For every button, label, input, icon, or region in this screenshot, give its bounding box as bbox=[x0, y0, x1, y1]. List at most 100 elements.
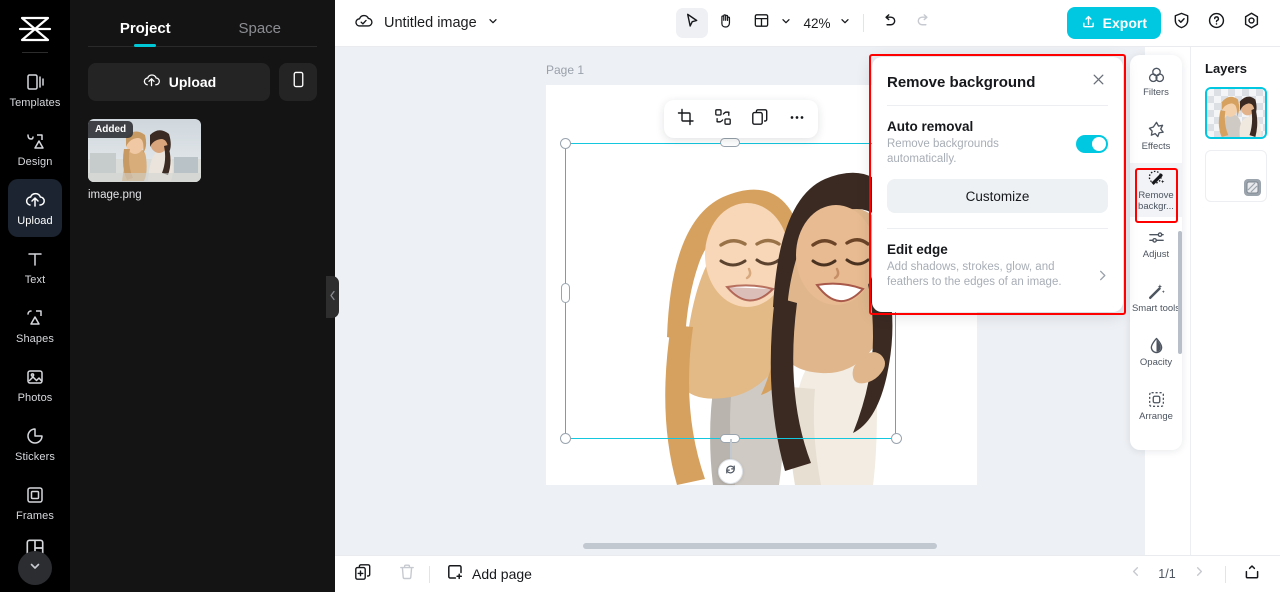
resize-handle-middle-left[interactable] bbox=[561, 283, 570, 303]
app-root: Templates Design Upload Text Shapes Phot… bbox=[0, 0, 1280, 592]
trash-icon bbox=[398, 563, 416, 586]
sidebar-item-text[interactable]: Text bbox=[8, 238, 62, 296]
layer-item-background[interactable] bbox=[1204, 150, 1267, 202]
next-page-button[interactable] bbox=[1185, 560, 1213, 588]
tool-smart-tools[interactable]: Smart tools bbox=[1130, 271, 1182, 325]
close-dialog-button[interactable] bbox=[1088, 72, 1108, 92]
sidebar-label: Upload bbox=[17, 215, 53, 227]
tool-remove-background[interactable]: Remove backgr... bbox=[1130, 163, 1182, 217]
redo-button[interactable] bbox=[908, 8, 940, 38]
sidebar-item-frames[interactable]: Frames bbox=[8, 474, 62, 532]
capcut-logo-icon[interactable] bbox=[15, 12, 55, 46]
tool-effects[interactable]: Effects bbox=[1130, 109, 1182, 163]
rail-expand-more-button[interactable] bbox=[18, 551, 52, 585]
resize-handle-bottom-right[interactable] bbox=[891, 433, 902, 444]
replace-tool-button[interactable] bbox=[712, 108, 733, 130]
crop-tool-button[interactable] bbox=[675, 108, 696, 131]
customize-button[interactable]: Customize bbox=[887, 179, 1108, 213]
asset-filename: image.png bbox=[88, 189, 142, 201]
add-page-button[interactable]: Add page bbox=[446, 563, 532, 586]
layer-item-image[interactable] bbox=[1204, 87, 1267, 139]
close-x-icon bbox=[1091, 72, 1106, 92]
zoom-selector[interactable]: 42% bbox=[795, 14, 852, 32]
settings-button[interactable] bbox=[1236, 8, 1266, 38]
resize-handle-top-center[interactable] bbox=[720, 138, 740, 147]
tool-label: Adjust bbox=[1142, 249, 1170, 261]
more-options-button[interactable] bbox=[786, 109, 807, 130]
prev-page-button[interactable] bbox=[1121, 560, 1149, 588]
upload-button[interactable]: Upload bbox=[88, 63, 270, 101]
sidebar-item-design[interactable]: Design bbox=[8, 120, 62, 178]
dialog-header: Remove background bbox=[872, 57, 1123, 92]
image-float-toolbar bbox=[664, 100, 818, 138]
settings-gear-icon bbox=[1242, 11, 1261, 35]
resize-handle-bottom-left[interactable] bbox=[560, 433, 571, 444]
help-button[interactable] bbox=[1201, 8, 1231, 38]
sidebar-item-templates[interactable]: Templates bbox=[8, 61, 62, 119]
auto-removal-toggle[interactable] bbox=[1076, 135, 1108, 153]
chevron-down-icon bbox=[839, 14, 851, 32]
export-upload-icon bbox=[1081, 14, 1096, 32]
asset-added-badge: Added bbox=[88, 121, 134, 138]
canvas-horizontal-scrollbar[interactable] bbox=[583, 543, 937, 549]
sidebar-label: Frames bbox=[16, 510, 54, 522]
toolstrip-scrollbar[interactable] bbox=[1178, 231, 1182, 354]
edit-edge-section[interactable]: Edit edge Add shadows, strokes, glow, an… bbox=[872, 229, 1123, 290]
upload-tray-button[interactable] bbox=[1238, 560, 1266, 588]
sidebar-item-stickers[interactable]: Stickers bbox=[8, 415, 62, 473]
upload-button-label: Upload bbox=[168, 74, 217, 90]
upload-from-mobile-button[interactable] bbox=[279, 63, 317, 101]
select-cursor-tool[interactable] bbox=[675, 8, 708, 38]
cursor-arrow-icon bbox=[683, 12, 700, 34]
rotate-handle-button[interactable] bbox=[718, 459, 743, 484]
shield-check-button[interactable] bbox=[1166, 8, 1196, 38]
page-indicator: 1/1 bbox=[1158, 567, 1176, 581]
layout-button[interactable] bbox=[745, 8, 777, 38]
delete-page-button[interactable] bbox=[393, 560, 421, 588]
tool-opacity[interactable]: Opacity bbox=[1130, 325, 1182, 379]
shield-check-icon bbox=[1172, 11, 1191, 35]
document-title: Untitled image bbox=[384, 15, 477, 31]
chevron-right-icon bbox=[1193, 565, 1206, 583]
asset-item-image[interactable]: Added image.png bbox=[88, 119, 201, 201]
tool-filters[interactable]: Filters bbox=[1130, 55, 1182, 109]
page-label: Page 1 bbox=[546, 63, 585, 77]
panel-collapse-handle[interactable] bbox=[326, 276, 339, 318]
sidebar-item-shapes[interactable]: Shapes bbox=[8, 297, 62, 355]
document-title-group[interactable]: Untitled image bbox=[353, 12, 499, 35]
asset-thumbnail[interactable]: Added bbox=[88, 119, 201, 182]
duplicate-icon bbox=[751, 108, 769, 131]
auto-removal-section: Auto removal Remove backgrounds automati… bbox=[872, 106, 1123, 167]
tab-project[interactable]: Project bbox=[88, 20, 203, 46]
tool-label: Remove backgr... bbox=[1138, 190, 1174, 212]
sidebar-label: Text bbox=[24, 274, 46, 286]
sidebar-item-upload[interactable]: Upload bbox=[8, 179, 62, 237]
tool-label: Arrange bbox=[1139, 411, 1173, 423]
magic-eraser-icon bbox=[1146, 168, 1166, 188]
export-button[interactable]: Export bbox=[1066, 7, 1161, 39]
resize-handle-top-left[interactable] bbox=[560, 138, 571, 149]
layout-selector[interactable] bbox=[743, 8, 793, 38]
layers-panel: Layers bbox=[1190, 47, 1280, 555]
duplicate-page-button[interactable] bbox=[349, 560, 377, 588]
design-icon bbox=[24, 130, 46, 152]
canvas-photo[interactable] bbox=[623, 137, 895, 485]
chevron-down-icon[interactable] bbox=[487, 14, 499, 32]
tab-space[interactable]: Space bbox=[203, 20, 318, 46]
chevron-right-icon[interactable] bbox=[1096, 269, 1109, 287]
undo-button[interactable] bbox=[874, 8, 906, 38]
tool-adjust[interactable]: Adjust bbox=[1130, 217, 1182, 271]
undo-arrow-icon bbox=[881, 12, 898, 34]
auto-removal-description: Remove backgrounds automatically. bbox=[887, 138, 999, 165]
rotate-handle-icon bbox=[724, 463, 737, 481]
hand-pan-tool[interactable] bbox=[709, 8, 741, 38]
upload-row: Upload bbox=[70, 47, 335, 101]
crop-icon bbox=[677, 108, 695, 131]
tool-arrange[interactable]: Arrange bbox=[1130, 379, 1182, 433]
sidebar-label: Design bbox=[17, 156, 53, 168]
photos-image-icon bbox=[24, 366, 46, 388]
sidebar-item-photos[interactable]: Photos bbox=[8, 356, 62, 414]
duplicate-tool-button[interactable] bbox=[749, 108, 770, 131]
tool-label: Smart tools bbox=[1131, 303, 1181, 315]
bottom-toolbar: Add page 1/1 bbox=[335, 555, 1280, 592]
